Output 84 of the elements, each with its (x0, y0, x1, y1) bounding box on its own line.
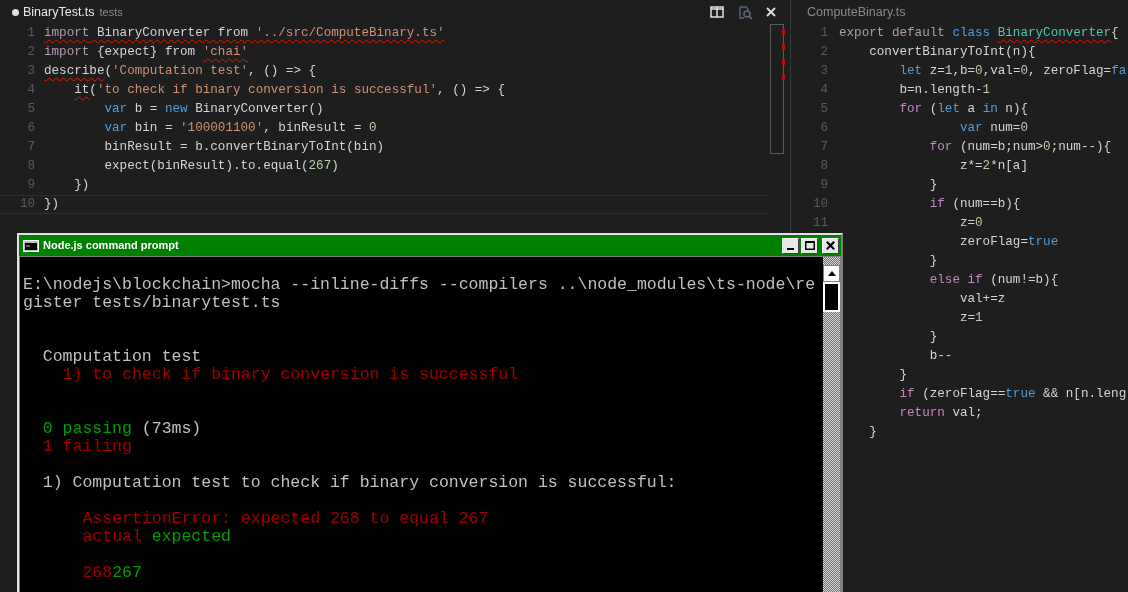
code-line: binResult = b.convertBinaryToInt(bin) (104, 139, 385, 157)
code-line: let z=1,b=0,val=0, zeroFlag=fa (899, 63, 1127, 81)
error-marker (782, 74, 785, 80)
line-number: 5 (27, 101, 35, 119)
code-line: import {expect} from 'chai' (44, 44, 249, 62)
line-number: 4 (820, 82, 828, 100)
line-number: 8 (27, 158, 35, 176)
code-line: for (num=b;num>0;num--){ (929, 139, 1112, 157)
line-number: 6 (820, 120, 828, 138)
scrollbar-track[interactable] (823, 257, 840, 592)
code-line: export default class BinaryConverter{ (839, 25, 1119, 43)
terminal-line: 268267 (82, 564, 142, 582)
code-line: b-- (929, 348, 953, 366)
editor-tab[interactable]: ComputeBinary.ts (807, 0, 906, 24)
line-number: 7 (27, 139, 35, 157)
maximize-button[interactable] (801, 237, 818, 254)
line-number: 3 (27, 63, 35, 81)
code-line: b=n.length-1 (899, 82, 991, 100)
split-editor-icon[interactable] (710, 6, 724, 18)
line-number: 7 (820, 139, 828, 157)
terminal-line: actual expected (82, 528, 231, 546)
code-line: return val; (899, 405, 983, 423)
code-line: } (929, 329, 938, 347)
scroll-up-button[interactable] (823, 265, 840, 282)
line-number: 1 (27, 25, 35, 43)
code-line: describe('Computation test', () => { (44, 63, 317, 81)
terminal-line: Computation test (42, 348, 202, 366)
up-arrow-icon (827, 271, 836, 276)
line-number: 9 (27, 177, 35, 195)
code-line: else if (num!=b){ (929, 272, 1059, 290)
line-number: 8 (820, 158, 828, 176)
code-line: var bin = '100001100', binResult = 0 (104, 120, 377, 138)
maximize-icon (804, 241, 815, 250)
code-line: z=0 (959, 215, 983, 233)
terminal-line: 1) to check if binary conversion is successful (62, 366, 519, 384)
close-icon[interactable] (766, 7, 776, 17)
line-number: 11 (812, 215, 828, 233)
terminal-line: gister tests/binarytest.ts (23, 294, 281, 312)
error-marker (782, 59, 785, 65)
line-number: 10 (812, 196, 828, 214)
code-line: z=1 (959, 310, 983, 328)
terminal-line: 0 passing (73ms) (42, 420, 202, 438)
code-line: }) (44, 196, 60, 214)
line-number: 2 (820, 44, 828, 62)
line-number: 6 (27, 120, 35, 138)
terminal-line: AssertionError: expected 268 to equal 267 (82, 510, 489, 528)
code-line: }) (74, 177, 90, 195)
code-line: } (869, 424, 877, 442)
code-line: convertBinaryToInt(n){ (869, 44, 1036, 62)
window-title: Node.js command prompt (43, 238, 179, 254)
code-line: } (929, 177, 938, 195)
scrollbar-thumb[interactable] (770, 24, 784, 154)
close-button[interactable] (822, 237, 839, 254)
line-number: 1 (820, 25, 828, 43)
error-marker (782, 44, 785, 50)
code-line: if (num==b){ (929, 196, 1021, 214)
editor-tab[interactable]: BinaryTest.ts (12, 0, 95, 24)
terminal-line: 1 failing (42, 438, 132, 456)
line-number: 2 (27, 44, 35, 62)
code-line: zeroFlag=true (959, 234, 1059, 252)
code-line: var num=0 (959, 120, 1028, 138)
minimize-button[interactable] (782, 237, 799, 254)
code-line: import BinaryConverter from '../src/ComputeBinary.ts' (44, 25, 445, 43)
tab-description: tests (99, 4, 123, 20)
code-line: } (899, 367, 908, 385)
line-number: 10 (19, 196, 35, 214)
minimize-icon (787, 247, 794, 250)
error-marker (782, 29, 785, 35)
line-number: 3 (820, 63, 828, 81)
code-line: val+=z (959, 291, 1006, 309)
code-line: expect(binResult).to.equal(267) (104, 158, 339, 176)
code-line: it('to check if binary conversion is successful', () => { (74, 82, 506, 100)
terminal-line: E:\nodejs\blockchain>mocha --inline-diffs --compilers ..\node_modules\ts-node\re (23, 276, 816, 294)
code-line: } (929, 253, 938, 271)
code-line: z*=2*n[a] (959, 158, 1028, 176)
code-line: for (let a in n){ (899, 101, 1028, 119)
console-icon (23, 239, 39, 252)
terminal-line: 1) Computation test to check if binary conversion is successful: (42, 474, 677, 492)
line-number: 9 (820, 177, 828, 195)
code-line: if (zeroFlag==true && n[n.leng (899, 386, 1127, 404)
close-icon (826, 241, 835, 250)
line-number: 4 (27, 82, 35, 100)
code-line: var b = new BinaryConverter() (104, 101, 324, 119)
line-number: 5 (820, 101, 828, 119)
